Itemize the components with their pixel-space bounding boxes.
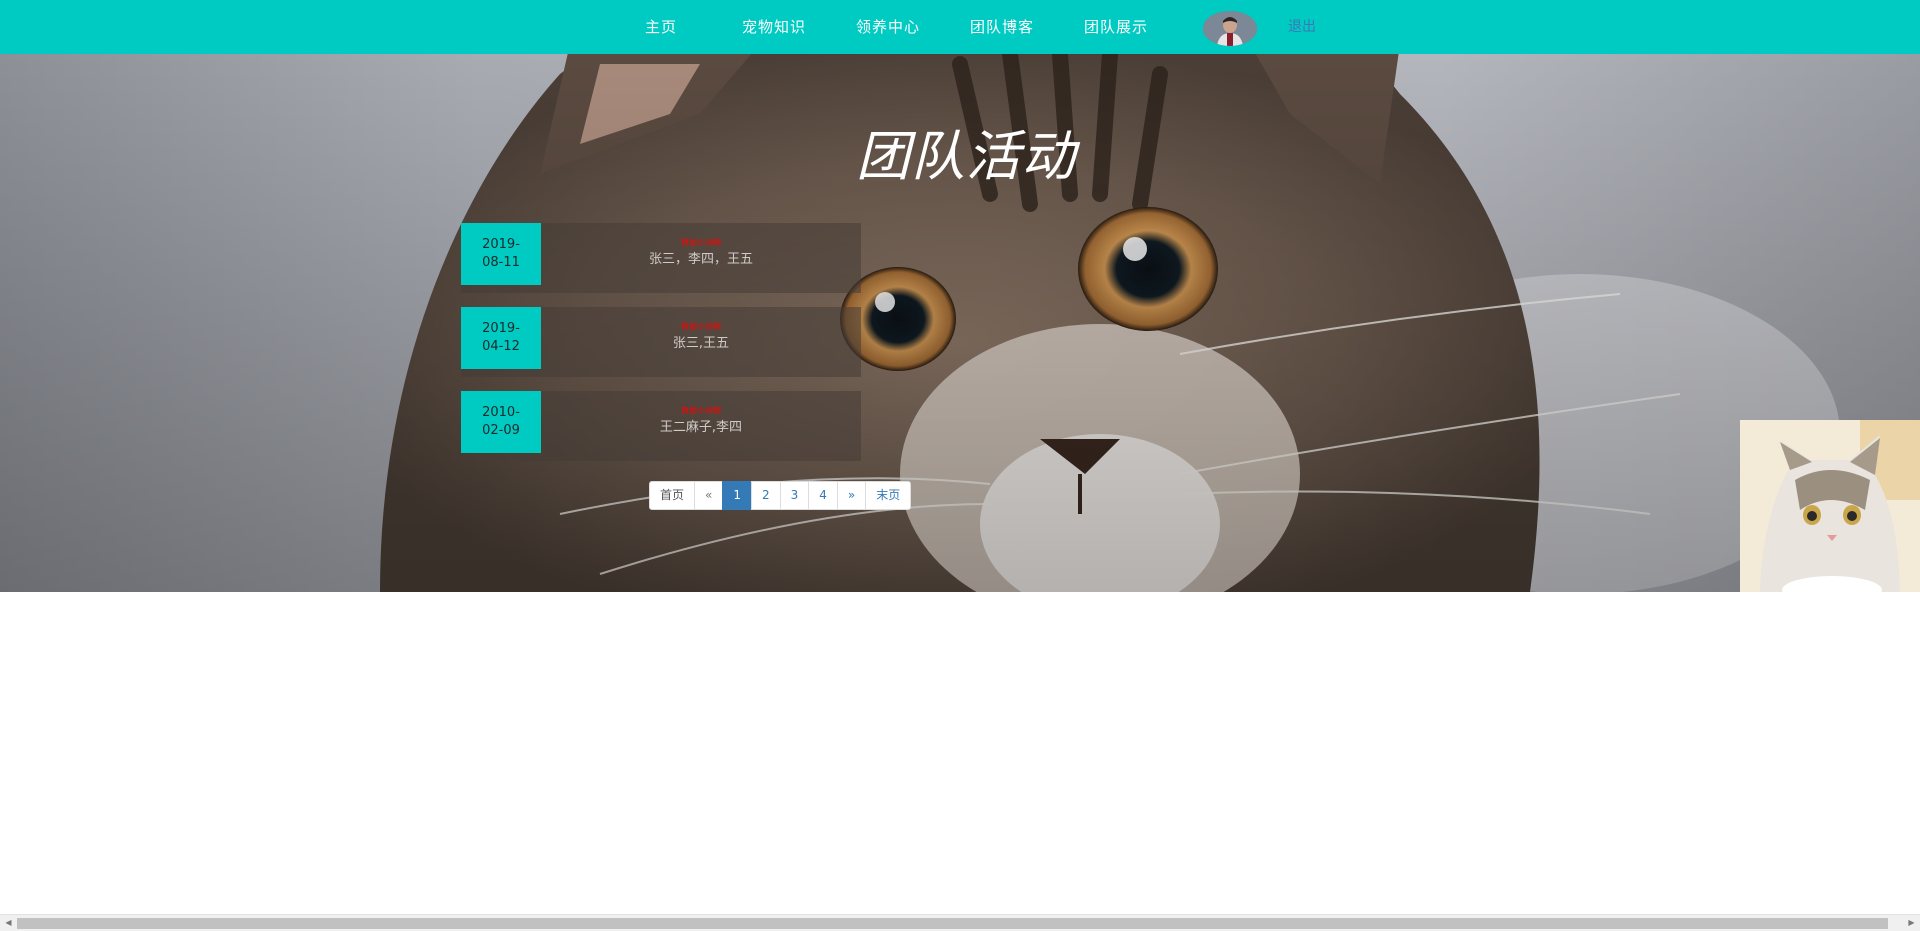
page-title: 团队活动 bbox=[856, 125, 1076, 188]
activity-date: 2019- 08-11 bbox=[461, 223, 541, 285]
horizontal-scrollbar[interactable]: ◀ ▶ bbox=[0, 914, 1920, 931]
activity-members: 王二麻子,李四 bbox=[659, 420, 743, 435]
activity-item[interactable]: 2010- 02-09 救助小动物 王二麻子,李四 bbox=[461, 391, 861, 461]
pagination-page-2[interactable]: 2 bbox=[751, 481, 781, 510]
pagination-next[interactable]: » bbox=[836, 481, 867, 510]
user-avatar[interactable] bbox=[1203, 11, 1257, 46]
pagination-first[interactable]: 首页 bbox=[649, 481, 696, 510]
pagination-last[interactable]: 末页 bbox=[865, 481, 912, 510]
activity-list: 2019- 08-11 救助小动物 张三，李四，王五 2019- 04-12 救… bbox=[461, 223, 861, 475]
activity-tag: 救助小动物 bbox=[681, 238, 721, 247]
logout-link[interactable]: 退出 bbox=[1288, 0, 1316, 54]
activity-date: 2010- 02-09 bbox=[461, 391, 541, 453]
activity-members: 张三,王五 bbox=[672, 336, 730, 351]
pagination: 首页 « 1 2 3 4 » 末页 bbox=[649, 481, 912, 510]
scroll-right-icon[interactable]: ▶ bbox=[1903, 915, 1920, 931]
scroll-left-icon[interactable]: ◀ bbox=[0, 915, 17, 931]
nav-home[interactable]: 主页 bbox=[645, 0, 677, 54]
pagination-page-1[interactable]: 1 bbox=[722, 481, 752, 510]
activity-date: 2019- 04-12 bbox=[461, 307, 541, 369]
nav-team-showcase[interactable]: 团队展示 bbox=[1084, 0, 1148, 54]
activity-tag: 救助小动物 bbox=[681, 322, 721, 331]
nav-adoption-center[interactable]: 领养中心 bbox=[856, 0, 920, 54]
activity-item[interactable]: 2019- 04-12 救助小动物 张三,王五 bbox=[461, 307, 861, 377]
top-navbar: 主页 宠物知识 领养中心 团队博客 团队展示 退出 bbox=[0, 0, 1920, 54]
side-kitten-image[interactable] bbox=[1740, 420, 1920, 592]
activity-item[interactable]: 2019- 08-11 救助小动物 张三，李四，王五 bbox=[461, 223, 861, 293]
scrollbar-thumb[interactable] bbox=[17, 918, 1888, 929]
activity-members: 张三，李四，王五 bbox=[648, 252, 753, 267]
pagination-page-4[interactable]: 4 bbox=[808, 481, 838, 510]
pagination-page-3[interactable]: 3 bbox=[779, 481, 810, 510]
pagination-prev[interactable]: « bbox=[694, 481, 724, 510]
nav-pet-knowledge[interactable]: 宠物知识 bbox=[742, 0, 806, 54]
nav-team-blog[interactable]: 团队博客 bbox=[970, 0, 1034, 54]
activity-tag: 救助小动物 bbox=[681, 406, 721, 415]
